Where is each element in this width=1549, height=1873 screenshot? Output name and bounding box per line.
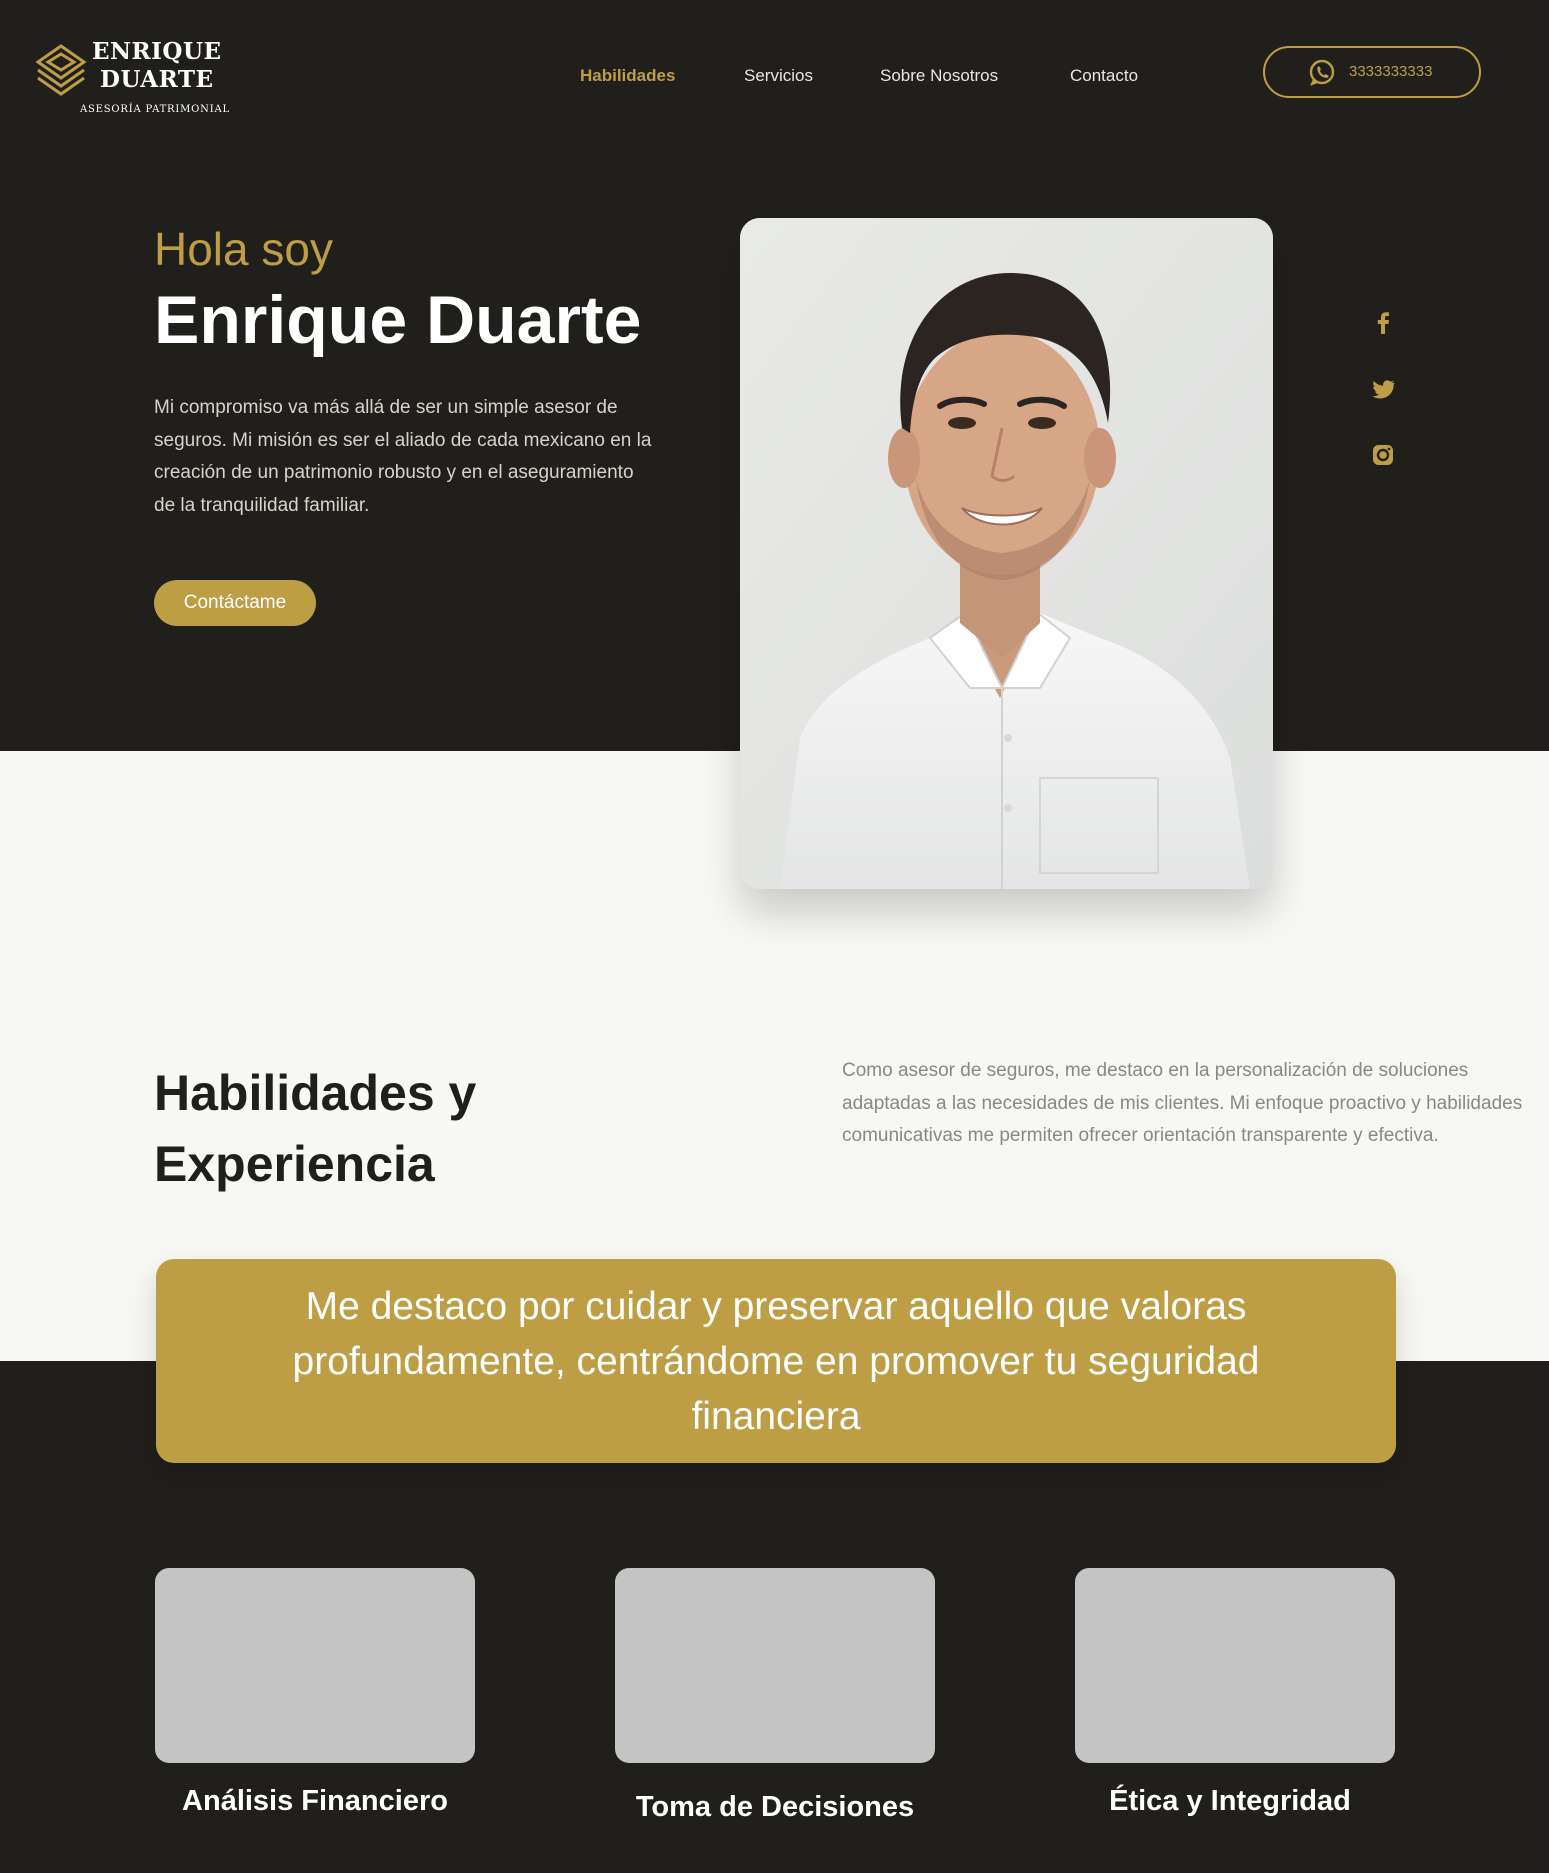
nav-item-contacto[interactable]: Contacto — [1070, 66, 1138, 86]
instagram-icon — [1373, 445, 1393, 465]
hero-name: Enrique Duarte — [154, 282, 642, 358]
twitter-icon — [1372, 380, 1395, 399]
skills-description: Como asesor de seguros, me destaco en la… — [842, 1060, 1523, 1146]
skill-card-label: Análisis Financiero — [182, 1785, 448, 1817]
logo-tagline: ASESORÍA PATRIMONIAL — [80, 104, 230, 115]
skills-title: Habilidades y Experiencia — [154, 1065, 477, 1192]
phone-number: 3333333333 — [1349, 63, 1433, 80]
skill-card-image — [1075, 1568, 1395, 1763]
highlight-banner: Me destaco por cuidar y preservar aquell… — [156, 1259, 1396, 1463]
logo-name-line1: ENRIQUE — [92, 38, 222, 65]
profile-photo — [740, 218, 1273, 889]
skill-card-label: Ética y Integridad — [1109, 1785, 1351, 1817]
contact-cta-button[interactable]: Contáctame — [154, 580, 316, 626]
hero-greeting: Hola soy — [154, 223, 333, 275]
nav-item-servicios[interactable]: Servicios — [744, 66, 813, 86]
skill-card-image — [615, 1568, 935, 1763]
nav-item-sobre-nosotros[interactable]: Sobre Nosotros — [880, 66, 998, 86]
skill-card-image — [155, 1568, 475, 1763]
hero-description: Mi compromiso va más allá de ser un simp… — [154, 397, 652, 516]
skill-card-label: Toma de Decisiones — [635, 1791, 915, 1823]
instagram-link[interactable] — [1368, 440, 1398, 470]
nav-item-habilidades[interactable]: Habilidades — [580, 66, 675, 86]
facebook-icon — [1377, 312, 1389, 334]
whatsapp-phone-button[interactable]: 3333333333 — [1263, 46, 1481, 98]
highlight-banner-text: Me destaco por cuidar y preservar aquell… — [292, 1284, 1260, 1438]
whatsapp-icon — [1309, 59, 1335, 86]
facebook-link[interactable] — [1368, 308, 1398, 338]
twitter-link[interactable] — [1368, 374, 1398, 404]
